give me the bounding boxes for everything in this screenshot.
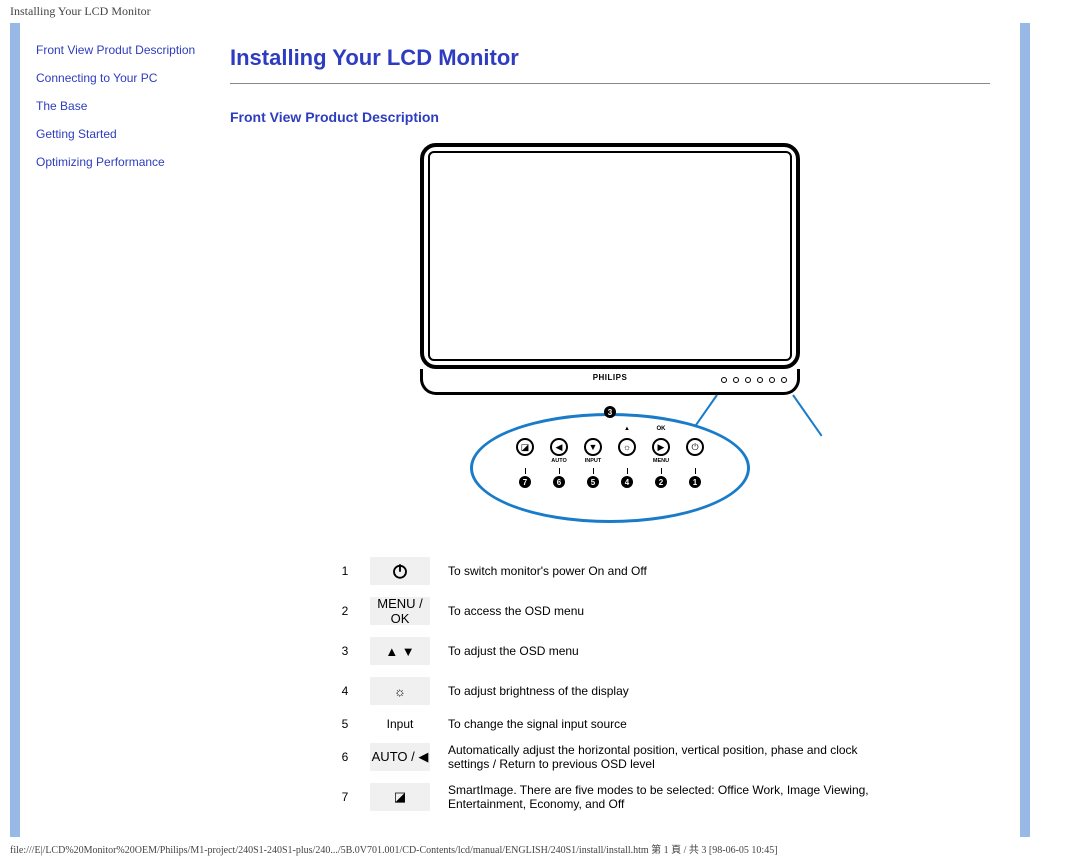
front-button-dots xyxy=(721,377,787,383)
legend-desc: To adjust the OSD menu xyxy=(440,631,890,671)
button-panel: 3 ◪7◀AUTO6▼INPUT5▲☼4OK▶MENU2⏻1 xyxy=(470,413,750,523)
panel-button: OK▶MENU2 xyxy=(652,438,670,488)
legend-index: 2 xyxy=(330,591,360,631)
button-circle-icon: ◀ xyxy=(550,438,568,456)
legend-index: 5 xyxy=(330,711,360,737)
tick-icon xyxy=(559,468,560,474)
content-area: Installing Your LCD Monitor Front View P… xyxy=(220,23,1020,837)
panel-button: ⏻1 xyxy=(686,438,704,488)
legend-desc: Automatically adjust the horizontal posi… xyxy=(440,737,890,777)
footer-path: file:///E|/LCD%20Monitor%20OEM/Philips/M… xyxy=(0,837,1080,860)
legend-icon-cell xyxy=(360,551,440,591)
legend-index: 7 xyxy=(330,777,360,817)
section-title: Front View Product Description xyxy=(230,109,990,125)
divider xyxy=(230,83,990,84)
tick-icon xyxy=(525,468,526,474)
button-top-label: ▲ xyxy=(624,426,630,432)
legend-icon-cell: Input xyxy=(360,711,440,737)
sidebar-item-getting-started[interactable]: Getting Started xyxy=(36,127,208,141)
page-title: Installing Your LCD Monitor xyxy=(230,45,990,71)
legend-table: 1 To switch monitor's power On and Off 2 ME… xyxy=(330,551,890,817)
legend-desc: To adjust brightness of the display xyxy=(440,671,890,711)
monitor-chin: PHILIPS xyxy=(420,369,800,395)
callout-num: 1 xyxy=(689,476,701,488)
button-circle-icon: ⏻ xyxy=(686,438,704,456)
legend-icon-cell: ☼ xyxy=(360,671,440,711)
sidebar-item-optimizing[interactable]: Optimizing Performance xyxy=(36,155,208,169)
button-sub-label: AUTO xyxy=(551,458,566,466)
monitor-bezel xyxy=(420,143,800,369)
legend-icon-cell: MENU / OK xyxy=(360,591,440,631)
button-sub-label: INPUT xyxy=(585,458,602,466)
callout-num: 7 xyxy=(519,476,531,488)
legend-icon-cell: AUTO / ◀ xyxy=(360,737,440,777)
legend-icon: ▲ ▼ xyxy=(370,637,430,665)
button-sub-label: MENU xyxy=(653,458,669,466)
page-container: Front View Produt Description Connecting… xyxy=(10,23,1030,837)
legend-desc: To change the signal input source xyxy=(440,711,890,737)
table-row: 5InputTo change the signal input source xyxy=(330,711,890,737)
legend-icon: MENU / OK xyxy=(370,597,430,625)
browser-title: Installing Your LCD Monitor xyxy=(0,0,1080,23)
button-circle-icon: ▶ xyxy=(652,438,670,456)
panel-button: ▲☼4 xyxy=(618,438,636,488)
legend-icon-cell: ▲ ▼ xyxy=(360,631,440,671)
legend-index: 4 xyxy=(330,671,360,711)
legend-index: 6 xyxy=(330,737,360,777)
legend-index: 3 xyxy=(330,631,360,671)
button-top-label: OK xyxy=(657,426,666,432)
power-icon xyxy=(370,557,430,585)
table-row: 6 AUTO / ◀ Automatically adjust the horizo… xyxy=(330,737,890,777)
button-circle-icon: ☼ xyxy=(618,438,636,456)
legend-desc: SmartImage. There are five modes to be s… xyxy=(440,777,890,817)
legend-desc: To access the OSD menu xyxy=(440,591,890,631)
sidebar-item-base[interactable]: The Base xyxy=(36,99,208,113)
legend-icon: AUTO / ◀ xyxy=(370,743,430,771)
panel-button: ◪7 xyxy=(516,438,534,488)
legend-index: 1 xyxy=(330,551,360,591)
sidebar-item-connecting[interactable]: Connecting to Your PC xyxy=(36,71,208,85)
legend-icon: ☼ xyxy=(370,677,430,705)
tick-icon xyxy=(695,468,696,474)
tick-icon xyxy=(593,468,594,474)
sidebar-nav: Front View Produt Description Connecting… xyxy=(20,23,220,837)
callout-num: 5 xyxy=(587,476,599,488)
table-row: 3 ▲ ▼ To adjust the OSD menu xyxy=(330,631,890,671)
tick-icon xyxy=(627,468,628,474)
callout-num: 6 xyxy=(553,476,565,488)
legend-icon: ◪ xyxy=(370,783,430,811)
table-row: 7 ◪ SmartImage. There are five modes to be… xyxy=(330,777,890,817)
callout-num: 2 xyxy=(655,476,667,488)
panel-button: ◀ AUTO 6 xyxy=(550,438,568,488)
table-row: 4 ☼ To adjust brightness of the display xyxy=(330,671,890,711)
table-row: 1 To switch monitor's power On and Off xyxy=(330,551,890,591)
callout-num-3: 3 xyxy=(604,406,616,418)
tick-icon xyxy=(661,468,662,474)
table-row: 2 MENU / OK To access the OSD menu xyxy=(330,591,890,631)
brand-logo: PHILIPS xyxy=(593,373,628,382)
panel-button: ▼ INPUT 5 xyxy=(584,438,602,488)
monitor-diagram: PHILIPS 3 ◪7◀AUTO6▼INPUT5▲☼4OK▶MENU2⏻1 xyxy=(360,143,860,523)
legend-icon-cell: ◪ xyxy=(360,777,440,817)
monitor-screen xyxy=(428,151,792,361)
sidebar-item-front-view[interactable]: Front View Produt Description xyxy=(36,43,208,57)
callout-num: 4 xyxy=(621,476,633,488)
button-circle-icon: ◪ xyxy=(516,438,534,456)
button-circle-icon: ▼ xyxy=(584,438,602,456)
legend-desc: To switch monitor's power On and Off xyxy=(440,551,890,591)
